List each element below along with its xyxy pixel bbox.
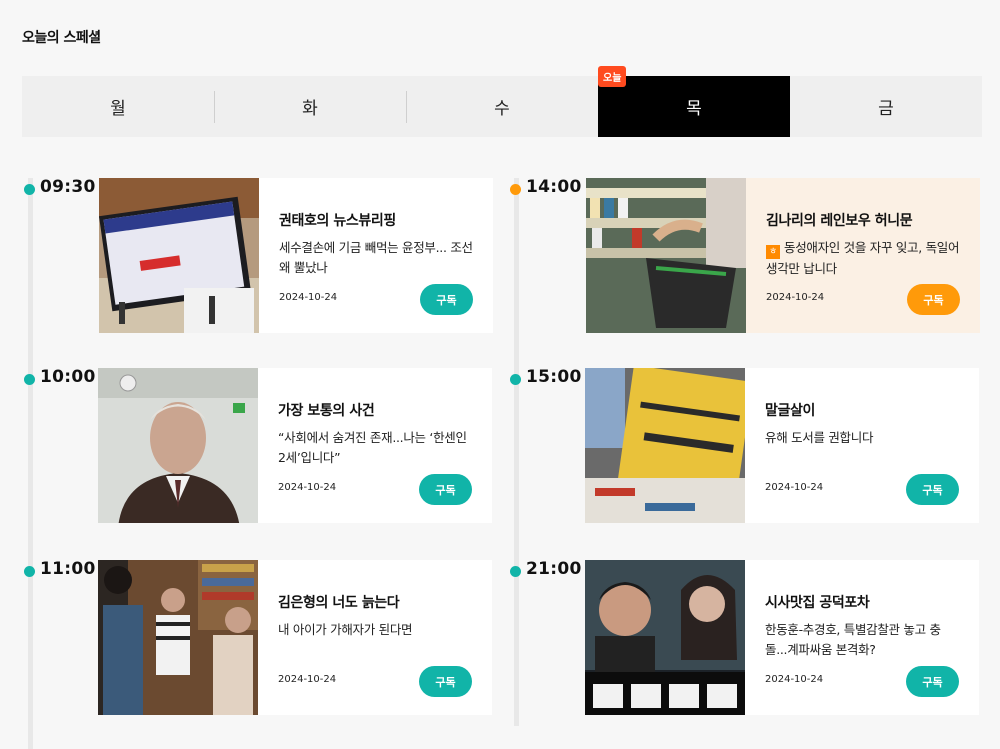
subscribe-button[interactable]: 구독 (419, 474, 472, 505)
elderly-man-portrait-image[interactable] (98, 368, 258, 523)
program-title[interactable]: 가장 보통의 사건 (278, 400, 472, 420)
program-card[interactable]: 가장 보통의 사건 “사회에서 숨겨진 존재...나는 ‘한센인 2세’입니다”… (98, 368, 492, 523)
slot-time: 10:00 (40, 367, 96, 387)
subscribe-button[interactable]: 구독 (907, 284, 960, 315)
slot-time: 15:00 (526, 367, 582, 387)
family-scene-image[interactable] (98, 560, 258, 715)
program-date: 2024-10-24 (765, 674, 824, 685)
subscribe-button[interactable]: 구독 (906, 474, 959, 505)
schedule-slot: 15:00 말글살이 유해 도서를 권합니다 2024-10-24 구독 (508, 367, 988, 523)
schedule-slot: 10:00 가장 보통의 사건 “사회에서 숨겨진 존재...나는 ‘한센인 2… (22, 367, 502, 523)
program-card[interactable]: 말글살이 유해 도서를 권합니다 2024-10-24 구독 (585, 368, 979, 523)
program-card-highlighted[interactable]: 김나리의 레인보우 허니문 ㅎ 동성애자인 것을 자꾸 잊고, 독일어 생각만 납… (586, 178, 980, 333)
program-description[interactable]: 세수결손에 기금 빼먹는 윤정부... 조선 왜 뿔났나 (279, 238, 473, 278)
program-date: 2024-10-24 (278, 674, 337, 685)
program-card[interactable]: 김은형의 너도 늙는다 내 아이가 가해자가 된다면 2024-10-24 구독 (98, 560, 492, 715)
schedule-slot: 14:00 김나리의 레인보우 허니문 ㅎ 동성애자인 것을 자꾸 잊고, 독일… (508, 177, 988, 333)
tab-label: 금 (878, 99, 894, 119)
subscribe-button[interactable]: 구독 (420, 284, 473, 315)
program-date: 2024-10-24 (278, 482, 337, 493)
tab-label: 수 (494, 99, 510, 119)
tab-monday[interactable]: 월 (22, 76, 214, 137)
subscribe-button[interactable]: 구독 (906, 666, 959, 697)
program-description-text: 동성애자인 것을 자꾸 잊고, 독일어 생각만 납니다 (766, 240, 960, 276)
program-title[interactable]: 권태호의 뉴스뷰리핑 (279, 210, 473, 230)
political-poster-image[interactable] (585, 560, 745, 715)
slot-time: 11:00 (40, 559, 96, 579)
program-description[interactable]: 한동훈-추경호, 특별감찰관 놓고 충돌...계파싸움 본격화? (765, 620, 959, 660)
tab-label: 월 (110, 99, 126, 119)
program-description[interactable]: ㅎ 동성애자인 것을 자꾸 잊고, 독일어 생각만 납니다 (766, 238, 960, 279)
tab-label: 목 (686, 99, 702, 119)
grocery-shopping-image[interactable] (586, 178, 746, 333)
program-description[interactable]: 유해 도서를 권합니다 (765, 428, 959, 448)
program-date: 2024-10-24 (765, 482, 824, 493)
program-badge: ㅎ (766, 245, 780, 259)
tab-thursday[interactable]: 오늘 목 (598, 66, 790, 137)
program-card[interactable]: 권태호의 뉴스뷰리핑 세수결손에 기금 빼먹는 윤정부... 조선 왜 뿔났나 … (99, 178, 493, 333)
timeline-dot (24, 184, 35, 195)
program-title[interactable]: 김은형의 너도 늙는다 (278, 592, 472, 612)
tab-tuesday[interactable]: 화 (214, 76, 406, 137)
timeline-dot (510, 374, 521, 385)
program-description[interactable]: “사회에서 숨겨진 존재...나는 ‘한센인 2세’입니다” (278, 428, 472, 468)
tab-friday[interactable]: 금 (790, 76, 982, 137)
program-date: 2024-10-24 (279, 292, 338, 303)
program-date: 2024-10-24 (766, 292, 825, 303)
timeline-dot (24, 374, 35, 385)
timeline-dot (510, 184, 521, 195)
slot-time: 21:00 (526, 559, 582, 579)
slot-time: 09:30 (40, 177, 96, 197)
program-card[interactable]: 시사맛집 공덕포차 한동훈-추경호, 특별감찰관 놓고 충돌...계파싸움 본격… (585, 560, 979, 715)
schedule-slot: 21:00 시사맛집 공덕포차 한동훈-추경호, 특별감찰관 놓고 충돌...계… (508, 559, 988, 715)
press-briefing-image[interactable] (99, 178, 259, 333)
tab-label: 화 (302, 99, 318, 119)
tab-wednesday[interactable]: 수 (406, 76, 598, 137)
page-title: 오늘의 스페셜 (22, 30, 101, 46)
slot-time: 14:00 (526, 177, 582, 197)
program-title[interactable]: 말글살이 (765, 400, 959, 420)
subscribe-button[interactable]: 구독 (419, 666, 472, 697)
schedule-slot: 09:30 권태호의 뉴스뷰리핑 세수결손에 기금 빼먹는 윤정부... 조선 … (22, 177, 502, 333)
program-description[interactable]: 내 아이가 가해자가 된다면 (278, 620, 472, 640)
program-title[interactable]: 김나리의 레인보우 허니문 (766, 210, 960, 230)
program-title[interactable]: 시사맛집 공덕포차 (765, 592, 959, 612)
today-badge: 오늘 (598, 66, 627, 87)
timeline-dot (24, 566, 35, 577)
bookstore-display-image[interactable] (585, 368, 745, 523)
timeline-dot (510, 566, 521, 577)
day-tabs: 월 화 수 오늘 목 금 (22, 66, 982, 137)
schedule-slot: 11:00 김은형의 너도 늙는다 내 아이가 가해자가 된다면 2024-10… (22, 559, 502, 715)
